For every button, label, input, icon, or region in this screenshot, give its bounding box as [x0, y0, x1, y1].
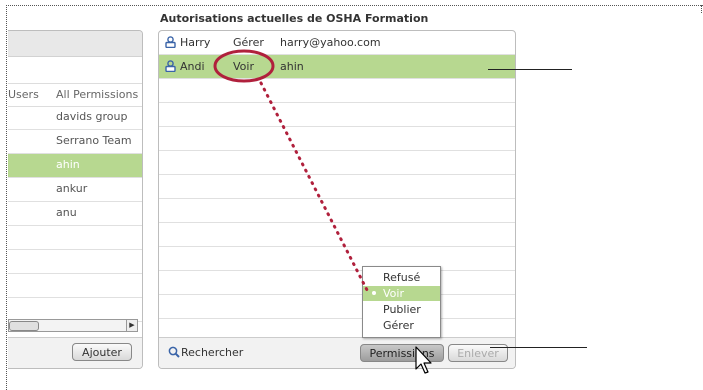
mouse-pointer-icon	[415, 346, 432, 374]
highlight-ellipse	[213, 49, 275, 83]
annotation-overlay	[213, 49, 432, 374]
dotted-connector	[259, 81, 369, 292]
